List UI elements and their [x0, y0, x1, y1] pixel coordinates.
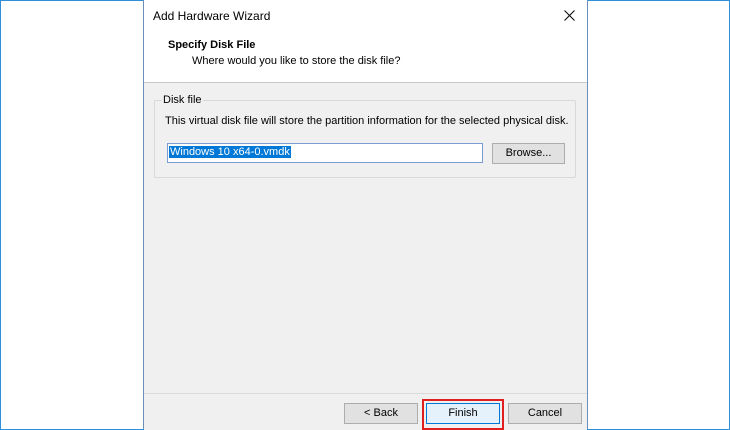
page-subtitle: Where would you like to store the disk f…: [192, 55, 401, 67]
browse-button[interactable]: Browse...: [492, 143, 565, 164]
wizard-footer: < Back Finish Cancel: [144, 393, 587, 430]
disk-file-name-input[interactable]: Windows 10 x64-0.vmdk: [167, 143, 483, 163]
disk-file-group-label: Disk file: [162, 94, 203, 106]
title-bar: Add Hardware Wizard: [144, 0, 587, 31]
cancel-button[interactable]: Cancel: [508, 403, 582, 424]
close-button[interactable]: [553, 0, 587, 31]
finish-button[interactable]: Finish: [426, 403, 500, 424]
disk-file-name-selected-text: Windows 10 x64-0.vmdk: [169, 146, 291, 158]
disk-file-description: This virtual disk file will store the pa…: [165, 115, 569, 127]
wizard-content: Disk file This virtual disk file will st…: [144, 83, 587, 393]
page-title: Specify Disk File: [168, 39, 256, 51]
window-title: Add Hardware Wizard: [153, 9, 271, 23]
close-icon: [564, 10, 575, 21]
back-button[interactable]: < Back: [344, 403, 418, 424]
disk-file-groupbox: Disk file This virtual disk file will st…: [154, 94, 576, 178]
add-hardware-wizard-dialog: Add Hardware Wizard Specify Disk File Wh…: [143, 0, 588, 430]
wizard-header: Specify Disk File Where would you like t…: [144, 31, 587, 83]
